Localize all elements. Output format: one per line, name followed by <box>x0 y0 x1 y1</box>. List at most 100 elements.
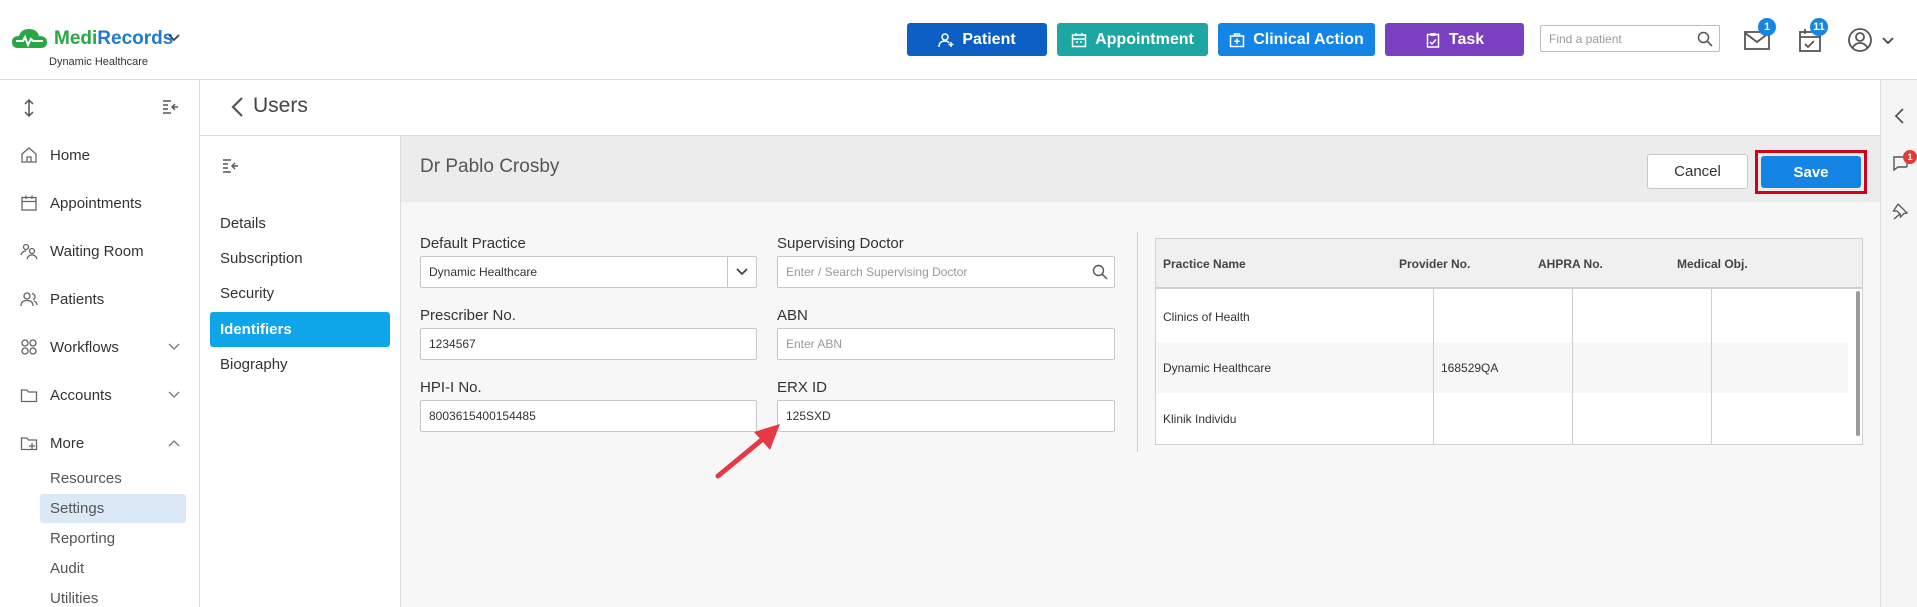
chevron-down-icon[interactable] <box>1882 37 1894 45</box>
clinical-action-button-label: Clinical Action <box>1253 30 1364 48</box>
erx-id-field[interactable] <box>777 400 1115 432</box>
column-divider <box>1572 289 1573 444</box>
tab-security[interactable]: Security <box>210 276 390 311</box>
sidebar-item-home[interactable]: Home <box>20 142 180 168</box>
supervising-doctor-input[interactable] <box>778 257 1114 287</box>
column-divider <box>1137 232 1138 452</box>
sidebar-subitem-resources[interactable]: Resources <box>40 464 186 493</box>
column-header-provider-no[interactable]: Provider No. <box>1399 257 1470 271</box>
sidebar-subitem-audit[interactable]: Audit <box>40 554 186 583</box>
tab-details[interactable]: Details <box>210 206 390 241</box>
erx-id-input[interactable] <box>778 401 1114 431</box>
calendar-icon <box>1071 32 1087 47</box>
column-header-practice-name[interactable]: Practice Name <box>1163 257 1246 271</box>
pin-icon[interactable] <box>1891 202 1909 220</box>
home-icon <box>21 147 37 163</box>
chevron-down-icon[interactable] <box>736 268 748 276</box>
sidebar-item-waiting-room[interactable]: Waiting Room <box>20 238 180 264</box>
default-practice-label: Default Practice <box>420 235 526 252</box>
sidebar-item-more[interactable]: More <box>20 430 180 456</box>
column-header-medical-obj[interactable]: Medical Obj. <box>1677 257 1748 271</box>
tab-subscription[interactable]: Subscription <box>210 241 390 276</box>
column-divider <box>1711 289 1712 444</box>
appointment-button[interactable]: Appointment <box>1057 23 1208 56</box>
chevron-down-icon[interactable] <box>168 34 180 42</box>
abn-field[interactable] <box>777 328 1115 360</box>
collapse-sidebar-icon[interactable] <box>162 99 180 115</box>
page-header: Users <box>200 80 1880 136</box>
erx-id-label: ERX ID <box>777 379 828 396</box>
abn-input[interactable] <box>778 329 1114 359</box>
default-practice-value[interactable] <box>421 257 756 287</box>
chevron-down-icon[interactable] <box>168 391 180 399</box>
sidebar-subitem-settings[interactable]: Settings <box>40 494 186 523</box>
user-settings-nav: Details Subscription Security Identifier… <box>200 136 401 607</box>
folder-icon <box>20 389 38 403</box>
supervising-doctor-field[interactable] <box>777 256 1115 288</box>
hpii-no-field[interactable] <box>420 400 757 432</box>
task-button-label: Task <box>1448 30 1485 48</box>
hpii-no-label: HPI-I No. <box>420 379 482 396</box>
cell-provider-no[interactable]: 168529QA <box>1441 361 1498 375</box>
sidebar-item-appointments[interactable]: Appointments <box>20 190 180 216</box>
top-bar: MediRecords Dynamic Healthcare Patient A… <box>0 0 1917 80</box>
sidebar-item-accounts[interactable]: Accounts <box>20 382 180 408</box>
chevron-left-icon[interactable] <box>1891 107 1909 125</box>
resize-vertical-icon[interactable] <box>22 99 36 117</box>
back-icon[interactable] <box>230 96 244 118</box>
prescriber-no-field[interactable] <box>420 328 757 360</box>
search-icon[interactable] <box>1092 264 1108 280</box>
select-divider <box>727 257 728 287</box>
sidebar-item-label: More <box>50 434 85 452</box>
doctor-name: Dr Pablo Crosby <box>420 156 560 177</box>
sidebar-item-workflows[interactable]: Workflows <box>20 334 180 360</box>
save-button[interactable]: Save <box>1761 156 1861 188</box>
patient-search[interactable] <box>1540 25 1720 52</box>
clinical-action-button[interactable]: Clinical Action <box>1218 23 1375 56</box>
default-practice-select[interactable] <box>420 256 757 288</box>
medical-kit-icon <box>1229 32 1245 47</box>
sidebar-subitem-utilities[interactable]: Utilities <box>40 584 186 607</box>
table-scrollbar[interactable] <box>1856 291 1860 436</box>
table-row[interactable]: Clinics of Health <box>1156 291 1848 342</box>
sidebar-item-label: Accounts <box>50 386 112 404</box>
cell-practice-name: Dynamic Healthcare <box>1163 361 1272 375</box>
search-input[interactable] <box>1541 26 1686 51</box>
sidebar-item-label: Patients <box>50 290 105 308</box>
chevron-down-icon[interactable] <box>168 343 180 351</box>
add-user-icon <box>938 32 954 47</box>
patient-button[interactable]: Patient <box>907 23 1047 56</box>
user-menu-button[interactable] <box>1846 26 1876 54</box>
sidebar-subitem-reporting[interactable]: Reporting <box>40 524 186 553</box>
save-highlight-frame: Save <box>1755 150 1867 194</box>
collapse-panel-icon[interactable] <box>222 158 240 174</box>
sidebar-item-patients[interactable]: Patients <box>20 286 180 312</box>
user-avatar-icon <box>1848 28 1872 52</box>
mail-count-badge: 1 <box>1758 18 1776 36</box>
tab-biography[interactable]: Biography <box>210 347 390 382</box>
table-row[interactable]: Klinik Individu <box>1156 393 1848 444</box>
sidebar-item-label: Home <box>50 146 91 164</box>
table-header: Practice Name Provider No. AHPRA No. Med… <box>1156 239 1862 289</box>
sidebar-item-label: Appointments <box>50 194 142 212</box>
main-sidebar: Home Appointments Waiting Room Patients … <box>0 80 200 607</box>
hpii-no-input[interactable] <box>421 401 756 431</box>
column-header-ahpra-no[interactable]: AHPRA No. <box>1538 257 1603 271</box>
cloud-logo-icon <box>12 29 47 48</box>
prescriber-no-label: Prescriber No. <box>420 307 516 324</box>
tab-identifiers[interactable]: Identifiers <box>210 312 390 347</box>
right-rail: 1 <box>1880 80 1917 607</box>
app-logo[interactable]: MediRecords <box>10 26 173 52</box>
sidebar-item-label: Workflows <box>50 338 119 356</box>
cell-practice-name: Clinics of Health <box>1163 310 1250 324</box>
prescriber-no-input[interactable] <box>421 329 756 359</box>
chat-count-badge: 1 <box>1903 150 1917 164</box>
calendar-icon <box>21 195 37 211</box>
sidebar-item-label: Waiting Room <box>50 242 144 260</box>
task-button[interactable]: Task <box>1385 23 1524 56</box>
chevron-up-icon[interactable] <box>168 439 180 447</box>
column-divider <box>1433 289 1434 444</box>
cancel-button[interactable]: Cancel <box>1647 154 1748 189</box>
search-icon[interactable] <box>1697 31 1713 47</box>
table-row[interactable]: Dynamic Healthcare 168529QA <box>1156 342 1848 393</box>
